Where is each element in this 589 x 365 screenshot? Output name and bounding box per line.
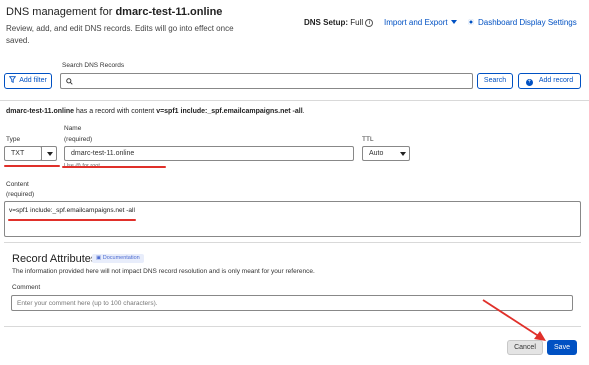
search-input[interactable] bbox=[60, 73, 473, 89]
cancel-button[interactable]: Cancel bbox=[507, 340, 543, 355]
dns-setup-label: DNS Setup: bbox=[304, 18, 348, 27]
save-button[interactable]: Save bbox=[547, 340, 577, 355]
page-subtitle: Review, add, and edit DNS records. Edits… bbox=[6, 24, 234, 45]
record-exists-message: dmarc-test-11.online has a record with c… bbox=[6, 108, 305, 115]
record-attributes-title: Record Attributes bbox=[12, 253, 97, 265]
title-prefix: DNS management for bbox=[6, 6, 116, 18]
add-filter-button[interactable]: Add filter bbox=[4, 73, 52, 89]
divider bbox=[4, 326, 581, 327]
record-attributes-description: The information provided here will not i… bbox=[12, 268, 315, 275]
dns-setup-value: Full bbox=[350, 18, 364, 27]
dashboard-display-settings-link[interactable]: Dashboard Display Settings bbox=[468, 18, 577, 27]
type-select-toggle[interactable] bbox=[41, 146, 57, 161]
title-domain: dmarc-test-11.online bbox=[115, 6, 223, 18]
annotation-underline-content bbox=[8, 219, 136, 221]
divider bbox=[4, 242, 581, 243]
filter-icon bbox=[9, 76, 17, 83]
document-icon: ▣ bbox=[96, 255, 103, 261]
search-button[interactable]: Search bbox=[477, 73, 513, 89]
annotation-underline-name bbox=[62, 166, 166, 168]
ttl-select[interactable]: Auto bbox=[362, 146, 410, 161]
comment-label: Comment bbox=[12, 284, 41, 291]
page-title: DNS management for dmarc-test-11.online bbox=[6, 6, 222, 18]
message-end: . bbox=[302, 108, 305, 115]
ttl-value: Auto bbox=[369, 150, 384, 157]
message-middle: has a record with content bbox=[74, 108, 157, 115]
chevron-down-icon bbox=[450, 20, 457, 24]
divider bbox=[0, 100, 589, 101]
ttl-label: TTL bbox=[362, 136, 374, 143]
name-input[interactable]: dmarc-test-11.online bbox=[64, 146, 354, 161]
add-record-label: Add record bbox=[538, 77, 574, 84]
add-filter-label: Add filter bbox=[19, 77, 47, 84]
search-icon bbox=[66, 78, 73, 85]
message-domain: dmarc-test-11.online bbox=[6, 108, 75, 115]
content-required-label: (required) bbox=[6, 191, 35, 198]
chevron-down-icon bbox=[47, 152, 53, 156]
import-export-label: Import and Export bbox=[384, 18, 448, 27]
message-content: v=spf1 include:_spf.emailcampaigns.net -… bbox=[156, 108, 303, 115]
documentation-link[interactable]: ▣ Documentation bbox=[92, 254, 144, 263]
type-select[interactable]: TXT bbox=[4, 146, 42, 161]
name-required-label: (required) bbox=[64, 136, 93, 143]
add-record-button[interactable]: + Add record bbox=[518, 73, 581, 89]
search-label: Search DNS Records bbox=[62, 62, 125, 69]
dns-setup-status: DNS Setup: Full i bbox=[304, 18, 374, 27]
name-label: Name bbox=[64, 125, 82, 132]
chevron-down-icon bbox=[400, 152, 406, 156]
import-export-menu[interactable]: Import and Export bbox=[384, 18, 457, 27]
comment-input[interactable] bbox=[11, 295, 573, 311]
dashboard-settings-label: Dashboard Display Settings bbox=[478, 18, 577, 27]
content-label: Content bbox=[6, 181, 29, 188]
gear-icon bbox=[468, 19, 474, 25]
info-icon[interactable]: i bbox=[365, 19, 374, 27]
documentation-label: Documentation bbox=[102, 255, 140, 261]
annotation-underline-type bbox=[4, 165, 60, 167]
type-label: Type bbox=[6, 136, 21, 143]
plus-icon: + bbox=[525, 79, 533, 86]
